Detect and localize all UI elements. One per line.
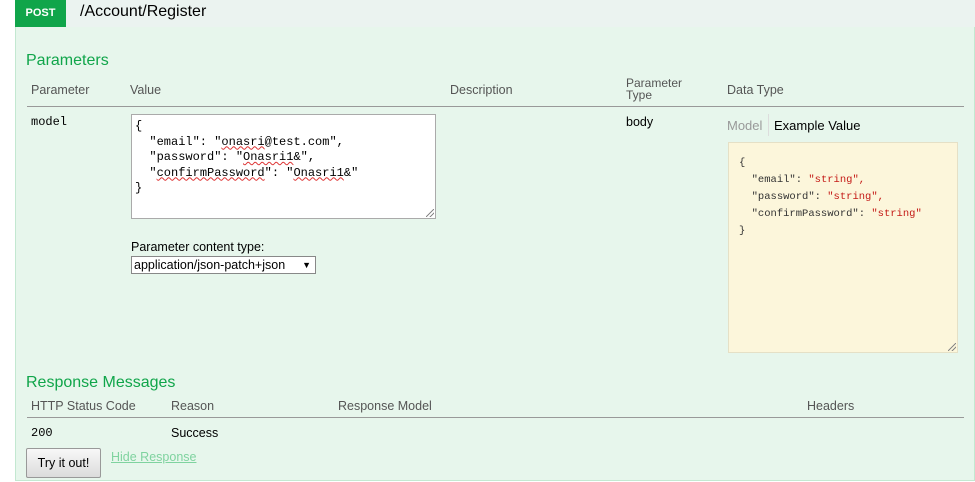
content-type-selected: application/json-patch+json xyxy=(134,258,286,272)
endpoint-path[interactable]: /Account/Register xyxy=(80,3,206,21)
value-line-close: } xyxy=(135,181,143,195)
hide-response-link[interactable]: Hide Response xyxy=(111,450,196,464)
response-reason-success: Success xyxy=(171,426,219,440)
tab-divider xyxy=(768,114,769,136)
try-it-out-button[interactable]: Try it out! xyxy=(26,448,101,478)
tab-example-value[interactable]: Example Value xyxy=(774,118,860,133)
email-value-word: onasri xyxy=(221,134,265,149)
col-data-type: Data Type xyxy=(727,83,784,97)
example-password-val: "string", xyxy=(827,191,884,203)
http-method-badge: POST xyxy=(15,0,66,27)
col-description: Description xyxy=(450,83,513,97)
response-status-200: 200 xyxy=(31,426,53,440)
value-line-open: { xyxy=(135,119,143,133)
response-messages-title: Response Messages xyxy=(26,374,176,391)
col-parameter-type: Parameter Type xyxy=(626,77,682,101)
example-password-line: "password": "string", xyxy=(739,189,957,206)
example-close: } xyxy=(739,225,746,237)
col-http-status-code: HTTP Status Code xyxy=(31,399,136,413)
example-confirm-key: "confirmPassword": xyxy=(751,208,866,220)
textarea-resize-handle[interactable] xyxy=(426,209,434,217)
col-response-model: Response Model xyxy=(338,399,432,413)
example-email-val: "string", xyxy=(808,174,866,186)
col-parameter-type-line2: Type xyxy=(626,88,653,102)
col-headers: Headers xyxy=(807,399,855,413)
col-parameter: Parameter xyxy=(31,83,90,97)
example-password-key: "password": xyxy=(751,191,821,203)
example-email-key: "email": xyxy=(751,174,803,186)
model-value-textarea[interactable]: { "email": "onasri@test.com", "password"… xyxy=(131,114,436,219)
example-open: { xyxy=(739,157,746,169)
col-reason: Reason xyxy=(171,399,215,413)
param-name-model: model xyxy=(31,115,68,129)
value-line-email: "email": "onasri@test.com", xyxy=(135,134,344,149)
value-line-confirm: "confirmPassword": "Onasri1&" xyxy=(135,165,359,180)
value-line-password: "password": "Onasri1&", xyxy=(135,150,316,164)
responses-header-divider xyxy=(27,417,964,418)
content-type-label: Parameter content type: xyxy=(131,240,265,254)
password-value-word: Onasri1 xyxy=(243,150,294,164)
content-type-select[interactable]: application/json-patch+json ▼ xyxy=(131,256,316,274)
confirm-value-word: Onasri1 xyxy=(293,165,344,180)
parameters-title: Parameters xyxy=(26,52,109,69)
tab-model[interactable]: Model xyxy=(727,118,762,133)
example-resize-handle[interactable] xyxy=(948,343,956,351)
example-email-line: "email": "string", xyxy=(739,172,957,189)
confirm-key-word: confirmPassword xyxy=(156,165,265,180)
parameters-header-divider xyxy=(27,106,964,107)
col-value: Value xyxy=(130,83,162,97)
example-confirm-val: "string" xyxy=(871,208,922,220)
param-type-body: body xyxy=(626,115,654,129)
chevron-down-icon: ▼ xyxy=(302,260,311,270)
example-confirm-line: "confirmPassword": "string" xyxy=(739,206,957,223)
example-value-box[interactable]: { "email": "string", "password": "string… xyxy=(728,142,958,353)
